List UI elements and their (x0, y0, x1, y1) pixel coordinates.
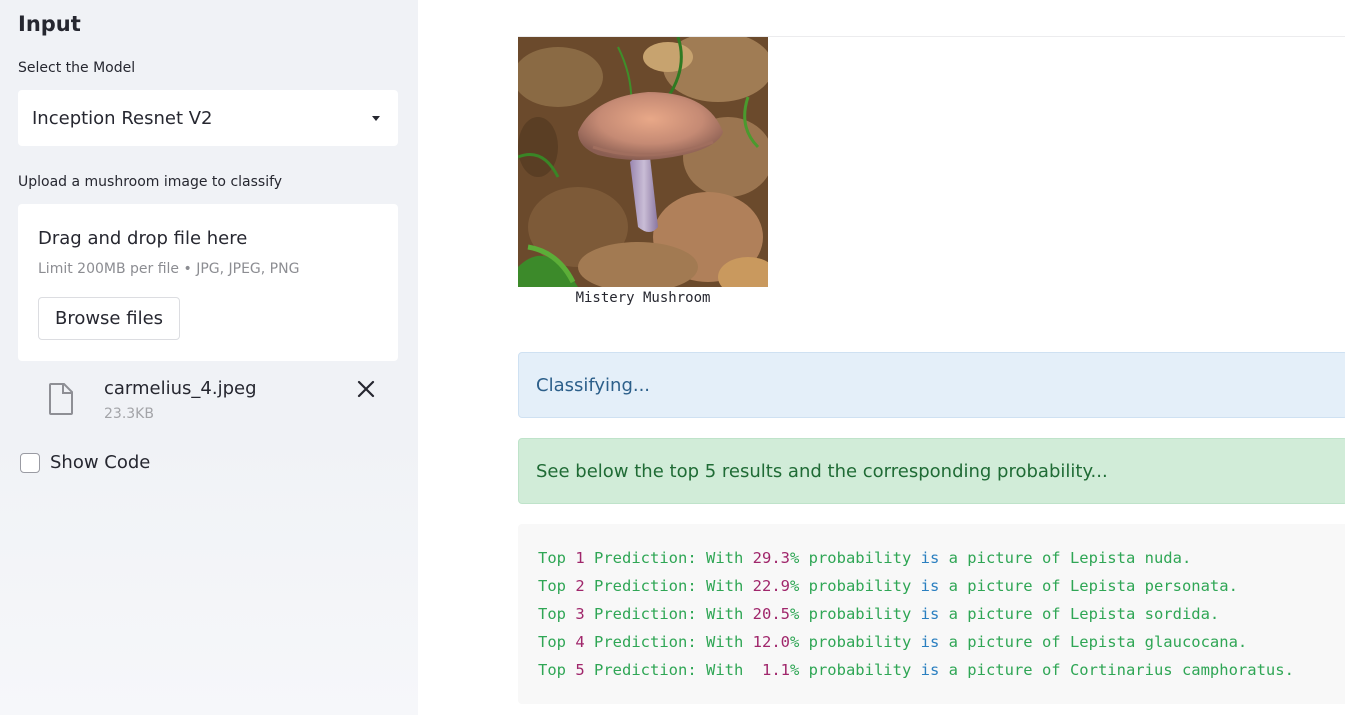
prediction-with: Prediction: With (584, 549, 753, 567)
prediction-probability: 20.5 (752, 605, 790, 623)
file-dropzone[interactable]: Drag and drop file here Limit 200MB per … (18, 204, 398, 361)
prediction-is: is (920, 577, 940, 595)
prediction-is: is (920, 661, 940, 679)
dropzone-limit: Limit 200MB per file • JPG, JPEG, PNG (38, 261, 300, 277)
prediction-line: Top 1 Prediction: With 29.3% probability… (538, 546, 1345, 574)
show-code-checkbox[interactable]: Show Code (20, 452, 150, 473)
prediction-probability-word: % probability (789, 661, 921, 679)
checkbox-box[interactable] (20, 452, 40, 473)
model-select-value: Inception Resnet V2 (32, 107, 213, 129)
upload-label: Upload a mushroom image to classify (18, 174, 283, 190)
model-select[interactable]: Inception Resnet V2 (18, 90, 398, 146)
prediction-rank: 5 (575, 661, 585, 679)
prediction-probability-word: % probability (789, 577, 921, 595)
prediction-is: is (920, 605, 940, 623)
uploaded-file: carmelius_4.jpeg 23.3KB (18, 372, 398, 428)
prediction-probability-word: % probability (789, 605, 921, 623)
main-content: Mistery Mushroom Classifying... See belo… (418, 0, 1345, 715)
prediction-with: Prediction: With (584, 605, 753, 623)
prediction-line: Top 2 Prediction: With 22.9% probability… (538, 574, 1345, 602)
prediction-probability-word: % probability (789, 549, 921, 567)
prediction-with: Prediction: With (584, 577, 753, 595)
mushroom-image (518, 37, 768, 287)
browse-files-button[interactable]: Browse files (38, 297, 180, 340)
prediction-rank: 3 (575, 605, 585, 623)
prediction-is: is (920, 633, 940, 651)
prediction-probability: 12.0 (752, 633, 790, 651)
prediction-top: Top (538, 633, 576, 651)
info-alert: Classifying... (518, 352, 1345, 418)
prediction-species: a picture of Cortinarius camphoratus. (939, 661, 1294, 679)
prediction-top: Top (538, 549, 576, 567)
prediction-rank: 4 (575, 633, 585, 651)
prediction-species: a picture of Lepista sordida. (939, 605, 1220, 623)
prediction-probability-word: % probability (789, 633, 921, 651)
prediction-is: is (920, 549, 940, 567)
file-name: carmelius_4.jpeg (104, 378, 257, 399)
close-icon[interactable] (355, 378, 377, 400)
prediction-line: Top 5 Prediction: With 1.1% probability … (538, 658, 1345, 686)
dropzone-title: Drag and drop file here (38, 228, 248, 249)
model-select-label: Select the Model (18, 60, 136, 76)
file-size: 23.3KB (104, 406, 154, 422)
prediction-line: Top 4 Prediction: With 12.0% probability… (538, 630, 1345, 658)
prediction-probability: 22.9 (752, 577, 790, 595)
show-code-label: Show Code (50, 452, 151, 473)
prediction-species: a picture of Lepista nuda. (939, 549, 1192, 567)
sidebar: Input Select the Model Inception Resnet … (0, 0, 418, 715)
chevron-down-icon (372, 115, 380, 121)
predictions-output: Top 1 Prediction: With 29.3% probability… (518, 524, 1345, 704)
prediction-line: Top 3 Prediction: With 20.5% probability… (538, 602, 1345, 630)
prediction-top: Top (538, 577, 576, 595)
prediction-species: a picture of Lepista personata. (939, 577, 1238, 595)
prediction-probability: 1.1 (752, 661, 790, 679)
image-caption: Mistery Mushroom (575, 290, 711, 306)
success-alert: See below the top 5 results and the corr… (518, 438, 1345, 504)
prediction-with: Prediction: With (584, 661, 753, 679)
prediction-rank: 1 (575, 549, 585, 567)
prediction-probability: 29.3 (752, 549, 790, 567)
prediction-with: Prediction: With (584, 633, 753, 651)
prediction-rank: 2 (575, 577, 585, 595)
file-icon (49, 383, 73, 415)
prediction-top: Top (538, 661, 576, 679)
sidebar-title: Input (18, 12, 81, 36)
prediction-top: Top (538, 605, 576, 623)
info-message: Classifying... (536, 374, 651, 396)
success-message: See below the top 5 results and the corr… (536, 460, 1108, 482)
prediction-species: a picture of Lepista glaucocana. (939, 633, 1248, 651)
